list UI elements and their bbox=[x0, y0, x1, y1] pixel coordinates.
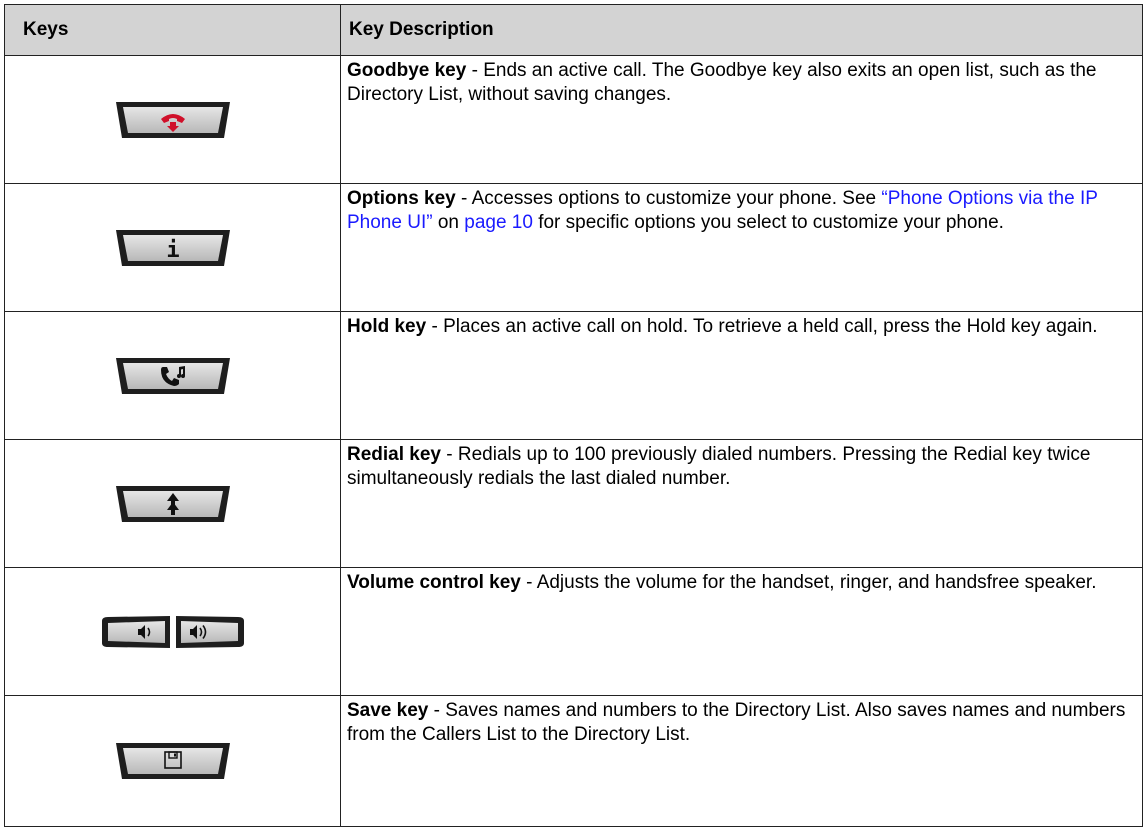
table-row: Goodbye key - Ends an active call. The G… bbox=[4, 55, 1143, 184]
save-key-icon bbox=[115, 743, 230, 779]
table-row: i Options key - Accesses options to cust… bbox=[4, 183, 1143, 312]
key-text: - Redials up to 100 previously dialed nu… bbox=[347, 444, 1091, 489]
key-text: - Places an active call on hold. To retr… bbox=[426, 316, 1098, 337]
key-description: Hold key - Places an active call on hold… bbox=[340, 311, 1143, 440]
key-title: Volume control key bbox=[347, 572, 521, 593]
key-cell bbox=[4, 439, 341, 568]
key-text: - Adjusts the volume for the handset, ri… bbox=[520, 572, 1097, 593]
header-keys: Keys bbox=[4, 4, 341, 56]
table-header-row: Keys Key Description bbox=[4, 4, 1143, 56]
svg-text:i: i bbox=[166, 238, 179, 263]
table-row: Volume control key - Adjusts the volume … bbox=[4, 567, 1143, 696]
key-description: Redial key - Redials up to 100 previousl… bbox=[340, 439, 1143, 568]
key-title: Goodbye key bbox=[347, 60, 467, 81]
key-text-after: for specific options you select to custo… bbox=[532, 212, 1004, 233]
key-text: - Saves names and numbers to the Directo… bbox=[347, 700, 1126, 745]
key-cell bbox=[4, 695, 341, 827]
hold-key-icon bbox=[115, 357, 230, 394]
key-title: Redial key bbox=[347, 444, 441, 465]
key-cell bbox=[4, 567, 341, 696]
header-key-description: Key Description bbox=[340, 4, 1143, 56]
page-10-link[interactable]: page 10 bbox=[464, 212, 533, 233]
key-description-table: Keys Key Description Goodbye key - Ends … bbox=[4, 4, 1143, 827]
key-cell: i bbox=[4, 183, 341, 312]
volume-key-icon bbox=[101, 615, 244, 648]
table-row: Hold key - Places an active call on hold… bbox=[4, 311, 1143, 440]
key-title: Save key bbox=[347, 700, 429, 721]
key-description: Volume control key - Adjusts the volume … bbox=[340, 567, 1143, 696]
options-key-icon: i bbox=[115, 229, 230, 266]
key-cell bbox=[4, 311, 341, 440]
key-cell bbox=[4, 55, 341, 184]
key-title: Options key bbox=[347, 188, 456, 209]
table-row: Save key - Saves names and numbers to th… bbox=[4, 695, 1143, 827]
key-text: - Accesses options to customize your pho… bbox=[455, 188, 882, 209]
key-description: Options key - Accesses options to custom… bbox=[340, 183, 1143, 312]
key-text-mid: on bbox=[432, 212, 465, 233]
key-description: Goodbye key - Ends an active call. The G… bbox=[340, 55, 1143, 184]
key-title: Hold key bbox=[347, 316, 427, 337]
redial-key-icon bbox=[115, 485, 230, 522]
goodbye-key-icon bbox=[115, 101, 230, 138]
table-row: Redial key - Redials up to 100 previousl… bbox=[4, 439, 1143, 568]
key-description: Save key - Saves names and numbers to th… bbox=[340, 695, 1143, 827]
